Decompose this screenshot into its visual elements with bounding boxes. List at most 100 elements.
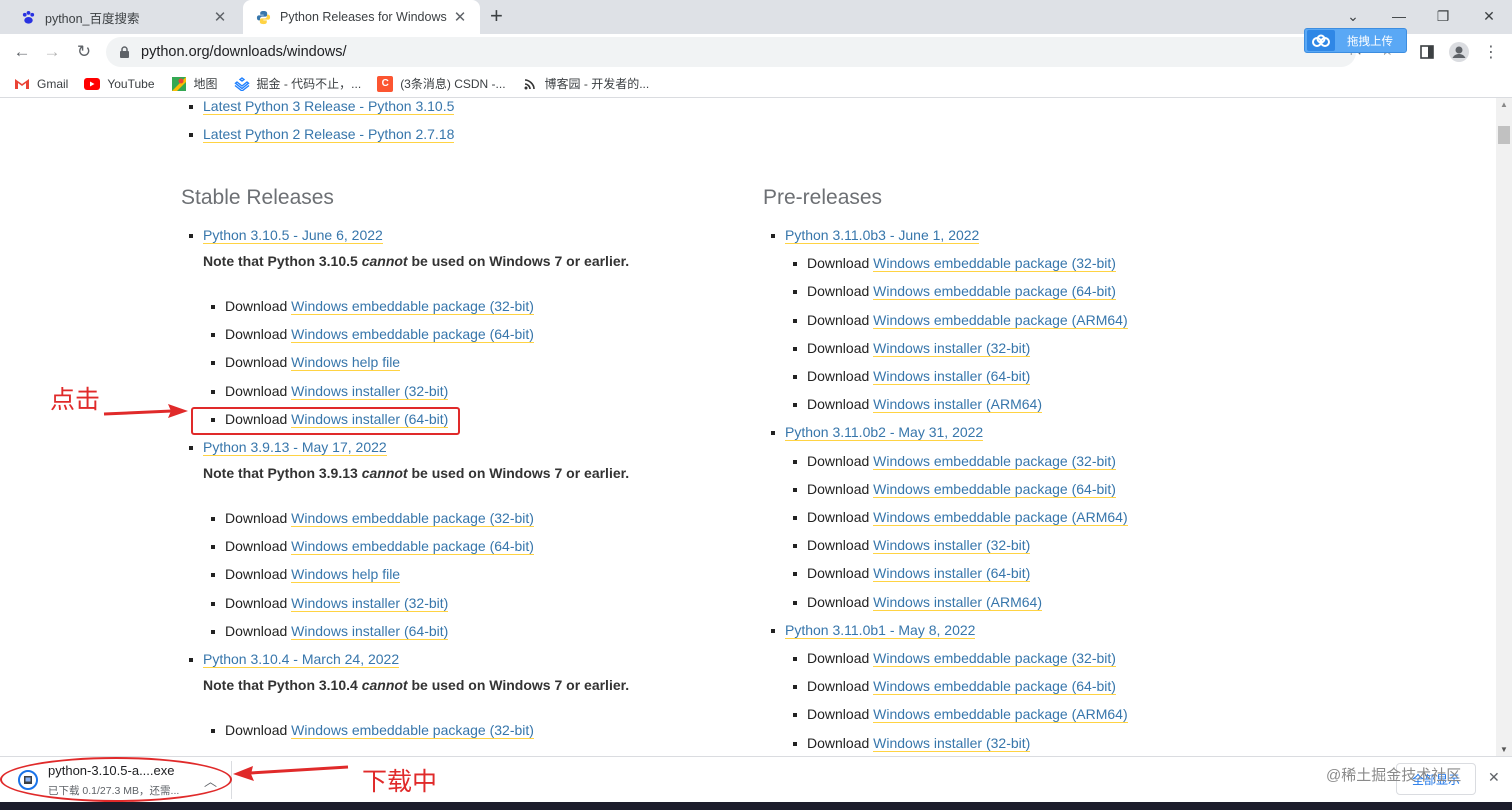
stable-release: Python 3.10.4 - March 24, 2022 [188, 651, 400, 668]
download-file-item: Download Windows embeddable package (32-… [793, 255, 1116, 273]
new-tab-plus-icon[interactable]: + [490, 4, 503, 28]
gmail-icon [14, 76, 30, 92]
download-file-link[interactable]: Windows embeddable package (32-bit) [291, 298, 534, 315]
download-file-item: Download Windows embeddable package (32-… [211, 510, 534, 527]
download-file-item: Download Windows installer (64-bit) [210, 622, 449, 640]
download-file-item: Download Windows installer (ARM64) [793, 593, 1042, 611]
download-file-link[interactable]: Windows embeddable package (ARM64) [873, 706, 1128, 724]
download-file-link[interactable]: Windows installer (64-bit) [873, 368, 1031, 385]
download-file-link[interactable]: Windows embeddable package (ARM64) [873, 311, 1128, 329]
download-file-link[interactable]: Windows installer (32-bit) [873, 537, 1031, 555]
download-file-link[interactable]: Windows installer (32-bit) [873, 339, 1031, 357]
compat-note: Note that Python 3.10.4 cannot be used o… [203, 677, 629, 693]
download-prefix: Download [807, 255, 874, 272]
download-prefix: Download [225, 538, 292, 555]
download-file-item: Download Windows embeddable package (32-… [211, 722, 534, 739]
download-prefix: Download [225, 594, 292, 611]
download-file-item: Download Windows installer (32-bit) [210, 382, 449, 400]
download-prefix: Download [225, 510, 292, 526]
bookmark-label: 博客园 - 开发者的... [544, 77, 650, 91]
close-tab-icon[interactable]: ✕ [452, 8, 468, 26]
csdn-icon: C [377, 75, 394, 92]
bookmark-csdn[interactable]: C (3条消息) CSDN -... [377, 75, 506, 92]
tab-baidu[interactable]: python_百度搜索 ✕ [8, 0, 240, 34]
back-arrow-icon[interactable]: ← [8, 38, 36, 66]
download-file-link[interactable]: Windows embeddable package (32-bit) [291, 722, 534, 739]
tab-python-releases[interactable]: Python Releases for Windows ✕ [243, 0, 480, 34]
note-pre: Note that Python 3.10.5 [203, 253, 362, 269]
lock-icon [119, 45, 131, 59]
download-file-link[interactable]: Windows installer (32-bit) [873, 734, 1031, 752]
note-post: be used on Windows 7 or earlier. [407, 465, 630, 481]
note-em: cannot [361, 465, 408, 481]
reload-icon[interactable]: ↻ [70, 38, 98, 66]
stable-release-link[interactable]: Python 3.10.5 - June 6, 2022 [203, 227, 383, 244]
download-file-item: Download Windows installer (32-bit) [210, 594, 449, 612]
os-taskbar [0, 802, 1512, 810]
scroll-up-arrow-icon[interactable]: ▲ [1500, 100, 1508, 109]
download-file-item: Download Windows embeddable package (64-… [793, 678, 1116, 696]
scroll-down-arrow-icon[interactable]: ▼ [1500, 745, 1508, 754]
bookmark-label: Gmail [37, 76, 69, 91]
bookmark-cnblogs[interactable]: 博客园 - 开发者的... [522, 75, 650, 92]
download-file-link[interactable]: Windows embeddable package (ARM64) [873, 509, 1128, 526]
download-file-link[interactable]: Windows embeddable package (64-bit) [873, 678, 1116, 696]
download-file-link[interactable]: Windows installer (32-bit) [291, 382, 449, 400]
address-bar[interactable]: python.org/downloads/windows/ [106, 37, 1356, 67]
window-close-icon[interactable]: ✕ [1466, 0, 1512, 32]
download-file-item: Download Windows installer (32-bit) [792, 537, 1031, 555]
top-release-link[interactable]: Latest Python 3 Release - Python 3.10.5 [203, 98, 455, 115]
pre-release-link[interactable]: Python 3.11.0b1 - May 8, 2022 [785, 621, 976, 639]
download-prefix: Download [225, 566, 292, 583]
page-scrollbar[interactable]: ▲ ▼ [1496, 98, 1512, 756]
stable-release-link[interactable]: Python 3.10.4 - March 24, 2022 [203, 651, 400, 668]
download-file-link[interactable]: Windows installer (64-bit) [873, 565, 1031, 583]
download-file-item: Download Windows embeddable package (ARM… [793, 509, 1128, 526]
bookmark-label: (3条消息) CSDN -... [400, 77, 506, 91]
download-file-link[interactable]: Windows embeddable package (32-bit) [873, 452, 1116, 470]
download-file-link[interactable]: Windows help file [291, 354, 401, 372]
download-file-link[interactable]: Windows embeddable package (32-bit) [291, 510, 534, 527]
download-file-link[interactable]: Windows embeddable package (32-bit) [873, 650, 1116, 667]
scrollbar-thumb[interactable] [1498, 126, 1510, 144]
download-prefix: Download [807, 396, 874, 413]
side-panel-icon[interactable] [1416, 41, 1438, 63]
forward-arrow-icon[interactable]: → [38, 38, 66, 66]
download-file-link[interactable]: Windows embeddable package (64-bit) [291, 326, 534, 344]
baidu-netdisk-upload-button[interactable]: 拖拽上传 [1304, 28, 1407, 53]
bookmark-youtube[interactable]: YouTube [84, 76, 155, 92]
download-file-link[interactable]: Windows installer (64-bit) [291, 622, 449, 640]
download-file-link[interactable]: Windows embeddable package (32-bit) [873, 255, 1116, 273]
top-release-link[interactable]: Latest Python 2 Release - Python 2.7.18 [203, 126, 455, 143]
watermark: @稀土掘金技术社区 [1326, 767, 1462, 784]
pre-release-link[interactable]: Python 3.11.0b3 - June 1, 2022 [785, 227, 980, 244]
stable-release-link[interactable]: Python 3.9.13 - May 17, 2022 [203, 439, 387, 456]
menu-kebab-icon[interactable]: ⋮ [1480, 41, 1502, 63]
bookmark-maps[interactable]: 地图 [171, 75, 218, 92]
download-prefix: Download [807, 706, 874, 723]
profile-avatar-icon[interactable] [1448, 41, 1470, 63]
top-release: Latest Python 2 Release - Python 2.7.18 [188, 126, 455, 143]
download-file-link[interactable]: Windows installer (ARM64) [873, 593, 1042, 611]
bookmark-juejin[interactable]: 掘金 - 代码不止，... [233, 75, 361, 92]
download-file-link[interactable]: Windows help file [291, 566, 401, 584]
tab-strip: python_百度搜索 ✕ Python Releases for Window… [0, 0, 1512, 34]
pre-release-link[interactable]: Python 3.11.0b2 - May 31, 2022 [785, 424, 984, 442]
close-shelf-icon[interactable]: ✕ [1488, 769, 1500, 786]
bookmarks-bar: Gmail YouTube 地图 掘金 - 代码不止，... C (3条消息) … [0, 70, 1512, 98]
download-prefix: Download [807, 734, 874, 751]
download-file-link[interactable]: Windows installer (32-bit) [291, 594, 449, 612]
download-file-link[interactable]: Windows embeddable package (64-bit) [873, 480, 1116, 498]
close-tab-icon[interactable]: ✕ [212, 8, 228, 26]
download-prefix: Download [225, 298, 292, 314]
download-file-link[interactable]: Windows installer (ARM64) [873, 396, 1042, 414]
bookmark-gmail[interactable]: Gmail [14, 76, 68, 92]
restore-icon[interactable]: ❐ [1420, 0, 1466, 32]
download-file-link[interactable]: Windows embeddable package (64-bit) [291, 538, 534, 556]
download-file-item: Download Windows embeddable package (32-… [211, 298, 534, 315]
download-prefix: Download [225, 382, 292, 399]
maps-icon [171, 76, 187, 92]
note-em: cannot [361, 677, 408, 693]
top-release: Latest Python 3 Release - Python 3.10.5 [188, 98, 455, 115]
download-file-link[interactable]: Windows embeddable package (64-bit) [873, 283, 1116, 301]
